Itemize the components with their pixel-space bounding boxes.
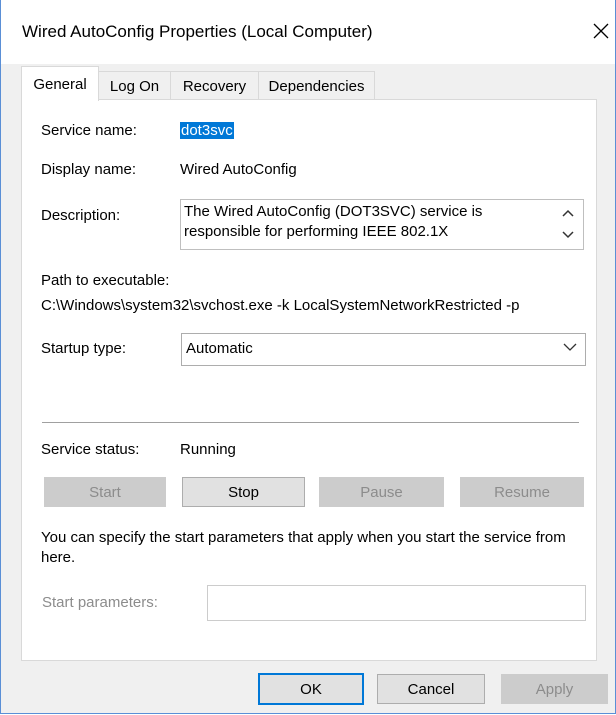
tab-dependencies[interactable]: Dependencies bbox=[258, 71, 375, 100]
start-params-label: Start parameters: bbox=[42, 594, 158, 611]
cancel-button[interactable]: Cancel bbox=[377, 674, 485, 704]
tab-log-on[interactable]: Log On bbox=[98, 71, 171, 100]
properties-dialog: Wired AutoConfig Properties (Local Compu… bbox=[0, 0, 616, 714]
service-status-label: Service status: bbox=[41, 441, 140, 458]
title-bar[interactable]: Wired AutoConfig Properties (Local Compu… bbox=[1, 0, 615, 64]
startup-type-value: Automatic bbox=[186, 340, 253, 357]
service-name-value[interactable]: dot3svc bbox=[180, 122, 234, 139]
description-text: The Wired AutoConfig (DOT3SVC) service i… bbox=[184, 203, 483, 240]
chevron-down-icon bbox=[562, 231, 574, 239]
tab-general[interactable]: General bbox=[21, 66, 99, 101]
display-name-value[interactable]: Wired AutoConfig bbox=[180, 161, 297, 178]
general-tab-panel: Service name: dot3svc Display name: Wire… bbox=[21, 99, 597, 661]
apply-button[interactable]: Apply bbox=[501, 674, 608, 704]
start-params-help-text: You can specify the start parameters tha… bbox=[41, 529, 566, 566]
description-label: Description: bbox=[41, 207, 121, 224]
close-icon bbox=[593, 23, 609, 39]
ok-button[interactable]: OK bbox=[258, 673, 364, 705]
pause-button[interactable]: Pause bbox=[319, 477, 444, 507]
start-params-input[interactable] bbox=[207, 585, 586, 621]
startup-type-select[interactable]: Automatic bbox=[181, 333, 586, 366]
tab-recovery-label: Recovery bbox=[182, 77, 247, 95]
service-name-label: Service name: bbox=[41, 122, 137, 139]
description-field[interactable]: The Wired AutoConfig (DOT3SVC) service i… bbox=[180, 199, 584, 250]
scroll-up-button[interactable] bbox=[558, 204, 578, 222]
display-name-label: Display name: bbox=[41, 161, 137, 178]
scroll-down-button[interactable] bbox=[558, 226, 578, 244]
service-status-value: Running bbox=[180, 441, 236, 458]
tab-general-label: General bbox=[33, 75, 87, 93]
start-button[interactable]: Start bbox=[44, 477, 166, 507]
path-label: Path to executable: bbox=[41, 272, 170, 289]
stop-button[interactable]: Stop bbox=[182, 477, 305, 507]
startup-type-label: Startup type: bbox=[41, 340, 127, 357]
chevron-up-icon bbox=[562, 209, 574, 217]
close-button[interactable] bbox=[587, 16, 615, 46]
resume-button[interactable]: Resume bbox=[460, 477, 584, 507]
tab-log-on-label: Log On bbox=[109, 77, 160, 95]
section-divider bbox=[42, 422, 579, 423]
tab-recovery[interactable]: Recovery bbox=[170, 71, 259, 100]
chevron-down-icon bbox=[563, 343, 577, 351]
tab-dependencies-label: Dependencies bbox=[268, 77, 365, 95]
path-value[interactable]: C:\Windows\system32\svchost.exe -k Local… bbox=[41, 297, 519, 314]
window-title: Wired AutoConfig Properties (Local Compu… bbox=[22, 22, 373, 41]
